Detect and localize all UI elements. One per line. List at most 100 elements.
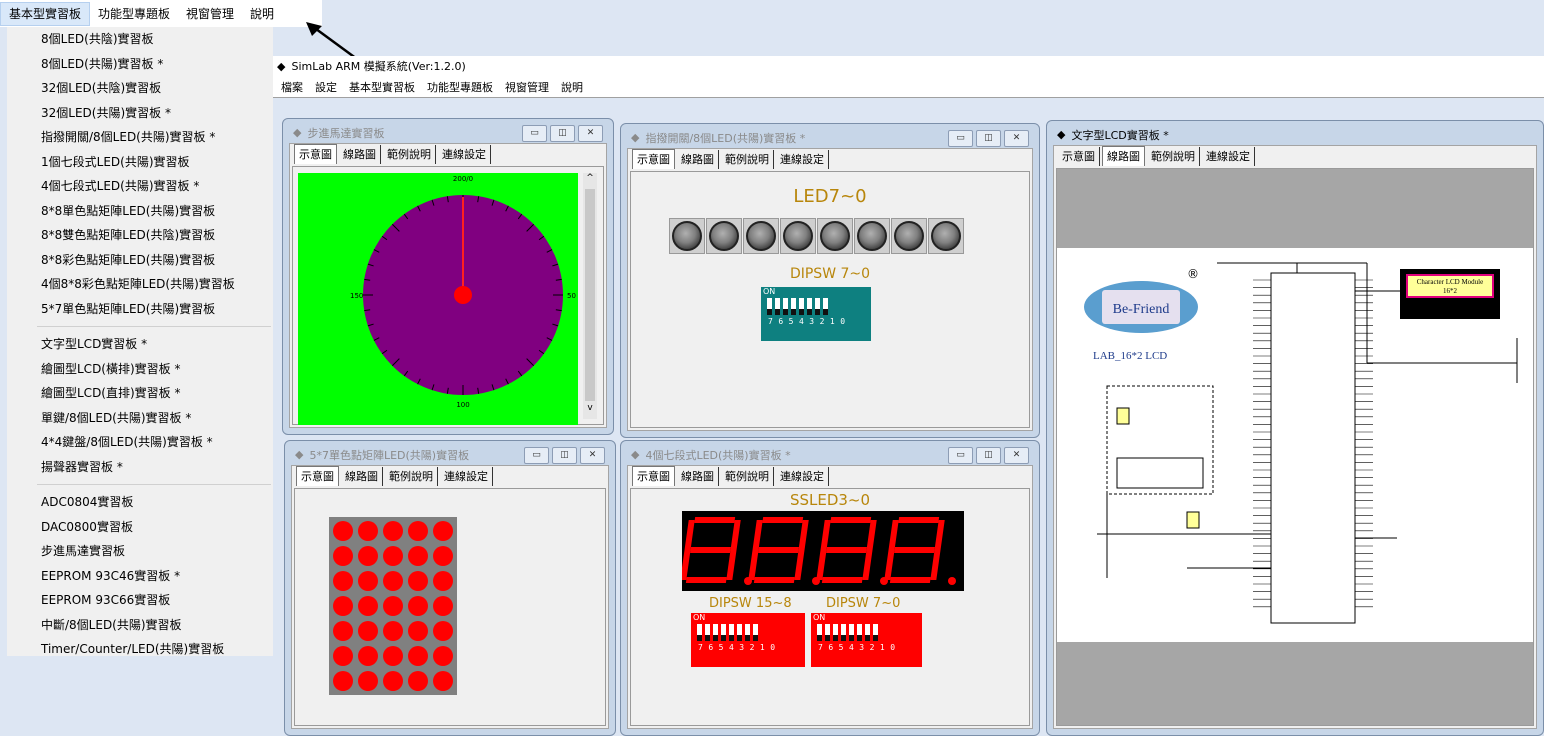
restore-icon[interactable]: ◫ — [550, 125, 575, 142]
dip-key[interactable] — [713, 624, 718, 641]
dropdown-item[interactable]: 8*8雙色點矩陣LED(共陰)實習板 — [7, 223, 273, 248]
tab-circuit[interactable]: 線路圖 — [677, 150, 719, 169]
dropdown-item[interactable]: 8個LED(共陽)實習板 * — [7, 52, 273, 77]
stepper-window[interactable]: ◆ 步進馬達實習板 ▭ ◫ ✕ 示意圖 線路圖 範例說明 連線設定 200/0 … — [282, 118, 614, 435]
dip-key[interactable] — [807, 298, 812, 315]
minimize-icon[interactable]: ▭ — [522, 125, 547, 142]
restore-icon[interactable]: ◫ — [552, 447, 577, 464]
dropdown-item[interactable]: 32個LED(共陰)實習板 — [7, 76, 273, 101]
sevenseg-window[interactable]: ◆ 4個七段式LED(共陽)實習板 * ▭ ◫ ✕ 示意圖 線路圖 範例說明 連… — [620, 440, 1040, 736]
dropdown-item[interactable]: 4個七段式LED(共陽)實習板 * — [7, 174, 273, 199]
dipswitch-7-0[interactable]: ON 76543210 — [811, 613, 922, 667]
minimize-icon[interactable]: ▭ — [948, 447, 973, 464]
dip-key[interactable] — [841, 624, 846, 641]
dropdown-item[interactable]: 5*7單色點矩陣LED(共陽)實習板 — [7, 297, 273, 322]
dip-key[interactable] — [737, 624, 742, 641]
dropdown-item[interactable]: 中斷/8個LED(共陽)實習板 — [7, 613, 273, 638]
tab-circuit[interactable]: 線路圖 — [341, 467, 383, 486]
tab-connection[interactable]: 連線設定 — [438, 145, 491, 164]
dropdown-item[interactable]: 8*8彩色點矩陣LED(共陽)實習板 — [7, 248, 273, 273]
matrix-window[interactable]: ◆ 5*7單色點矩陣LED(共陽)實習板 ▭ ◫ ✕ 示意圖 線路圖 範例說明 … — [284, 440, 616, 736]
dropdown-item[interactable]: 32個LED(共陽)實習板 * — [7, 101, 273, 126]
tab-schematic[interactable]: 示意圖 — [296, 466, 339, 486]
tab-connection[interactable]: 連線設定 — [776, 467, 829, 486]
dip-key[interactable] — [873, 624, 878, 641]
minimize-icon[interactable]: ▭ — [948, 130, 973, 147]
dip-key[interactable] — [753, 624, 758, 641]
dip-key[interactable] — [721, 624, 726, 641]
dip-key[interactable] — [745, 624, 750, 641]
tab-connection[interactable]: 連線設定 — [776, 150, 829, 169]
dropdown-item[interactable]: 繪圖型LCD(橫排)實習板 * — [7, 357, 273, 382]
app-menu-basic-boards[interactable]: 基本型實習板 — [343, 79, 421, 95]
dropdown-item[interactable]: 8個LED(共陰)實習板 — [7, 27, 273, 52]
app-menu-function-boards[interactable]: 功能型專題板 — [421, 79, 499, 95]
tab-example[interactable]: 範例說明 — [721, 150, 774, 169]
dropdown-item[interactable]: 4個8*8彩色點矩陣LED(共陽)實習板 — [7, 272, 273, 297]
dip-key[interactable] — [791, 298, 796, 315]
dropdown-item[interactable]: 文字型LCD實習板 * — [7, 332, 273, 357]
menu-function-boards[interactable]: 功能型專題板 — [90, 3, 178, 25]
dip-key[interactable] — [833, 624, 838, 641]
app-menu-help[interactable]: 說明 — [555, 79, 589, 95]
dropdown-item[interactable]: DAC0800實習板 — [7, 515, 273, 540]
tab-connection[interactable]: 連線設定 — [440, 467, 493, 486]
dropdown-item[interactable]: EEPROM 93C46實習板 * — [7, 564, 273, 589]
dip-key[interactable] — [729, 624, 734, 641]
dropdown-item[interactable]: 指撥開關/8個LED(共陽)實習板 * — [7, 125, 273, 150]
menu-help[interactable]: 說明 — [242, 3, 282, 25]
tab-example[interactable]: 範例說明 — [721, 467, 774, 486]
close-icon[interactable]: ✕ — [1004, 447, 1029, 464]
dropdown-item[interactable]: ADC0804實習板 — [7, 490, 273, 515]
scroll-down-icon[interactable]: v — [583, 403, 597, 417]
close-icon[interactable]: ✕ — [578, 125, 603, 142]
dip-key[interactable] — [815, 298, 820, 315]
tab-connection[interactable]: 連線設定 — [1202, 147, 1255, 166]
tab-circuit[interactable]: 線路圖 — [677, 467, 719, 486]
dropdown-item[interactable]: EEPROM 93C66實習板 — [7, 588, 273, 613]
vertical-scrollbar[interactable]: ^ v — [583, 173, 597, 419]
tab-circuit[interactable]: 線路圖 — [1102, 146, 1145, 166]
restore-icon[interactable]: ◫ — [976, 447, 1001, 464]
dip-key[interactable] — [697, 624, 702, 641]
minimize-icon[interactable]: ▭ — [524, 447, 549, 464]
restore-icon[interactable]: ◫ — [976, 130, 1001, 147]
dropdown-item[interactable]: 繪圖型LCD(直排)實習板 * — [7, 381, 273, 406]
dip-key[interactable] — [849, 624, 854, 641]
dropdown-item[interactable]: 4*4鍵盤/8個LED(共陽)實習板 * — [7, 430, 273, 455]
tab-example[interactable]: 範例說明 — [1147, 147, 1200, 166]
menu-basic-boards[interactable]: 基本型實習板 — [0, 1, 91, 26]
app-menu-settings[interactable]: 設定 — [309, 79, 343, 95]
tab-circuit[interactable]: 線路圖 — [339, 145, 381, 164]
dip-key[interactable] — [799, 298, 804, 315]
dropdown-item[interactable]: 步進馬達實習板 — [7, 539, 273, 564]
dropdown-item[interactable]: 8*8單色點矩陣LED(共陽)實習板 — [7, 199, 273, 224]
dropdown-item[interactable]: 1個七段式LED(共陽)實習板 — [7, 150, 273, 175]
scroll-up-icon[interactable]: ^ — [583, 173, 597, 187]
dip-key[interactable] — [865, 624, 870, 641]
tab-schematic[interactable]: 示意圖 — [294, 144, 337, 164]
dipswitch-led-window[interactable]: ◆ 指撥開關/8個LED(共陽)實習板 * ▭ ◫ ✕ 示意圖 線路圖 範例說明… — [620, 123, 1040, 438]
dipswitch-8[interactable]: ON 76543210 — [761, 287, 871, 341]
dip-key[interactable] — [767, 298, 772, 315]
dropdown-item[interactable]: 揚聲器實習板 * — [7, 455, 273, 480]
tab-example[interactable]: 範例說明 — [383, 145, 436, 164]
dip-key[interactable] — [705, 624, 710, 641]
menu-window-manage[interactable]: 視窗管理 — [178, 3, 242, 25]
dip-key[interactable] — [783, 298, 788, 315]
tab-schematic[interactable]: 示意圖 — [1058, 147, 1100, 166]
dip-key[interactable] — [857, 624, 862, 641]
app-menu-file[interactable]: 檔案 — [275, 79, 309, 95]
dip-key[interactable] — [825, 624, 830, 641]
dip-key[interactable] — [775, 298, 780, 315]
dropdown-item[interactable]: Timer/Counter/LED(共陽)實習板 — [7, 637, 273, 662]
dip-key[interactable] — [823, 298, 828, 315]
app-menu-window-manage[interactable]: 視窗管理 — [499, 79, 555, 95]
dip-key[interactable] — [817, 624, 822, 641]
lcd-window[interactable]: ◆ 文字型LCD實習板 * 示意圖 線路圖 範例說明 連線設定 Be-Frien… — [1046, 120, 1544, 736]
close-icon[interactable]: ✕ — [580, 447, 605, 464]
close-icon[interactable]: ✕ — [1004, 130, 1029, 147]
tab-example[interactable]: 範例說明 — [385, 467, 438, 486]
dropdown-item[interactable]: 單鍵/8個LED(共陽)實習板 * — [7, 406, 273, 431]
tab-schematic[interactable]: 示意圖 — [632, 466, 675, 486]
